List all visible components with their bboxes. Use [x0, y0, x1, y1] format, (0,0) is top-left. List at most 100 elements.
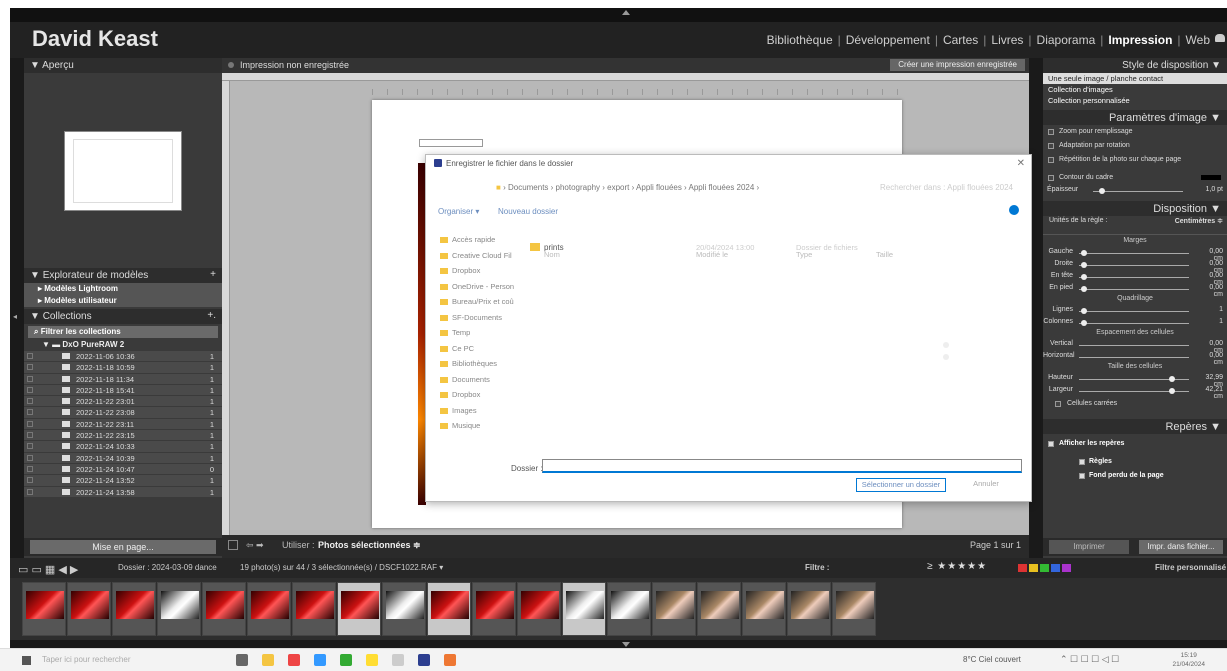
column-size[interactable]: Taille: [876, 250, 893, 259]
target-checkbox[interactable]: [27, 364, 33, 371]
collapse-arrow-icon[interactable]: [622, 10, 630, 15]
template-folder-user[interactable]: ▸ Modèles utilisateur: [24, 295, 222, 307]
page-setup-button[interactable]: Mise en page...: [30, 540, 216, 554]
template-folder-lightroom[interactable]: ▸ Modèles Lightroom: [24, 283, 222, 295]
close-icon[interactable]: ✕: [1017, 158, 1025, 169]
filmstrip-thumbnail[interactable]: [382, 582, 426, 636]
slider-margins[interactable]: Gauche 0,00 cm: [1043, 247, 1227, 262]
module-1[interactable]: Développement: [841, 33, 935, 47]
print-button[interactable]: Imprimer: [1049, 540, 1129, 554]
filmstrip-thumbnail[interactable]: [697, 582, 741, 636]
app-icon[interactable]: [366, 654, 378, 666]
address-bar[interactable]: ■ › Documents › photography › export › A…: [496, 183, 759, 192]
collection-item[interactable]: 2022-11-18 10:59 1: [24, 362, 222, 374]
guides-header[interactable]: Repères ▼: [1043, 419, 1227, 434]
image-settings-header[interactable]: Paramètres d'image ▼: [1043, 110, 1227, 125]
chevron-left-icon[interactable]: ◂: [13, 312, 17, 321]
nav-item[interactable]: Images: [438, 406, 523, 422]
target-checkbox[interactable]: [27, 488, 33, 495]
clock[interactable]: 15:19 21/04/2024: [1172, 651, 1205, 669]
color-label-swatch[interactable]: [1062, 564, 1071, 572]
layout-style-custom[interactable]: Collection personnalisée: [1043, 95, 1227, 106]
repeat-photo-checkbox[interactable]: Répétition de la photo sur chaque page: [1043, 153, 1227, 167]
filmstrip-thumbnail[interactable]: [787, 582, 831, 636]
nav-item[interactable]: Bibliothèques: [438, 359, 523, 375]
module-4[interactable]: Diaporama: [1032, 33, 1101, 47]
ruler-units[interactable]: Unités de la règle : Centimètres ≑: [1043, 216, 1227, 232]
color-label-swatch[interactable]: [1018, 564, 1027, 572]
left-panel-toggle[interactable]: ◂: [10, 298, 24, 338]
target-checkbox[interactable]: [27, 409, 33, 416]
excel-icon[interactable]: [340, 654, 352, 666]
module-3[interactable]: Livres: [986, 33, 1028, 47]
filmstrip-thumbnail[interactable]: [337, 582, 381, 636]
collection-item[interactable]: 2022-11-24 13:58 1: [24, 486, 222, 498]
slider-spacing[interactable]: Horizontal 0,00 cm: [943, 351, 1227, 366]
slider-margins[interactable]: Droite 0,00 cm: [1043, 259, 1227, 274]
print-to-file-button[interactable]: Impr. dans fichier...: [1139, 540, 1223, 554]
create-saved-print-button[interactable]: Créer une impression enregistrée: [890, 59, 1025, 71]
target-checkbox[interactable]: [27, 465, 33, 472]
filmstrip-thumbnail[interactable]: [247, 582, 291, 636]
collection-item[interactable]: 2022-11-06 10:36 1: [24, 351, 222, 363]
slider-grid[interactable]: Colonnes 1: [1043, 317, 1227, 329]
filter-collections[interactable]: ⌕ Filtrer les collections: [28, 326, 218, 338]
nav-item[interactable]: Dropbox: [438, 266, 523, 282]
nav-item[interactable]: Bureau/Prix et coû: [438, 297, 523, 313]
layout-style-header[interactable]: Style de disposition ▼: [1043, 58, 1227, 73]
filmstrip-thumbnail[interactable]: [562, 582, 606, 636]
folder-input[interactable]: [542, 459, 1022, 473]
filmstrip-thumbnail[interactable]: [607, 582, 651, 636]
tray-icons[interactable]: ⌃ ☐ ☐ ☐ ◁ ☐: [1060, 654, 1119, 665]
new-folder-button[interactable]: Nouveau dossier: [498, 207, 558, 216]
filmstrip-thumbnail[interactable]: [517, 582, 561, 636]
filmstrip-thumbnail[interactable]: [22, 582, 66, 636]
target-checkbox[interactable]: [27, 386, 33, 393]
target-checkbox[interactable]: [27, 443, 33, 450]
taskbar-search-input[interactable]: Taper ici pour rechercher: [42, 655, 130, 664]
layout-header[interactable]: Disposition ▼: [1043, 201, 1227, 216]
square-cells-checkbox[interactable]: Cellules carrées: [1043, 397, 1227, 411]
layout-style-package[interactable]: Collection d'images: [1043, 84, 1227, 95]
nav-item[interactable]: Ce PC: [438, 344, 523, 360]
rulers-checkbox[interactable]: Règles: [1043, 455, 1227, 469]
filmstrip-thumbnail[interactable]: [112, 582, 156, 636]
cloud-sync-icon[interactable]: [1215, 34, 1225, 42]
help-icon[interactable]: [1009, 205, 1019, 215]
target-checkbox[interactable]: [27, 454, 33, 461]
windows-start-icon[interactable]: [22, 656, 31, 665]
collection-item[interactable]: 2022-11-22 23:08 1: [24, 407, 222, 419]
nav-item[interactable]: Temp: [438, 328, 523, 344]
target-checkbox[interactable]: [27, 398, 33, 405]
stroke-border-checkbox[interactable]: Contour du cadre: [1043, 171, 1227, 185]
slider-margins[interactable]: En pied 0,00 cm: [1043, 283, 1227, 298]
module-6[interactable]: Web: [1181, 33, 1215, 47]
nav-item[interactable]: Accès rapide: [438, 235, 523, 251]
filmstrip-thumbnail[interactable]: [157, 582, 201, 636]
collection-item[interactable]: 2022-11-24 10:47 0: [24, 463, 222, 476]
add-template-icon[interactable]: +: [210, 269, 216, 280]
collection-item[interactable]: 2022-11-18 11:34 1: [24, 373, 222, 385]
nav-arrows-icon[interactable]: ⇦ ➡: [246, 540, 264, 551]
filmstrip-thumbnail[interactable]: [832, 582, 876, 636]
zoom-to-fill-checkbox[interactable]: Zoom pour remplissage: [1043, 125, 1227, 139]
filmstrip-thumbnail[interactable]: [292, 582, 336, 636]
filmstrip-thumbnail[interactable]: [472, 582, 516, 636]
target-checkbox[interactable]: [27, 420, 33, 427]
target-checkbox[interactable]: [27, 375, 33, 382]
chrome-icon[interactable]: [288, 654, 300, 666]
module-5[interactable]: Impression: [1103, 33, 1177, 47]
slider-cellsize[interactable]: Hauteur 32,99 cm: [1043, 373, 1227, 388]
filmstrip-thumbnail[interactable]: [202, 582, 246, 636]
module-2[interactable]: Cartes: [938, 33, 983, 47]
rating-filter[interactable]: ≥ ★★★★★: [927, 561, 987, 572]
nav-item[interactable]: Documents: [438, 375, 523, 391]
bleed-checkbox[interactable]: Fond perdu de la page: [1043, 469, 1227, 483]
slider-cellsize[interactable]: Largeur 42,21 cm: [1043, 385, 1227, 400]
collection-set[interactable]: ▼ ▬ DxO PureRAW 2: [24, 340, 222, 351]
collection-item[interactable]: 2022-11-18 15:41 1: [24, 384, 222, 397]
collections-header[interactable]: ▼ Collections +.: [24, 309, 222, 324]
template-browser-header[interactable]: ▼ Explorateur de modèles +: [24, 268, 222, 283]
collection-item[interactable]: 2022-11-22 23:01 1: [24, 396, 222, 408]
collection-item[interactable]: 2022-11-22 23:11 1: [24, 418, 222, 431]
